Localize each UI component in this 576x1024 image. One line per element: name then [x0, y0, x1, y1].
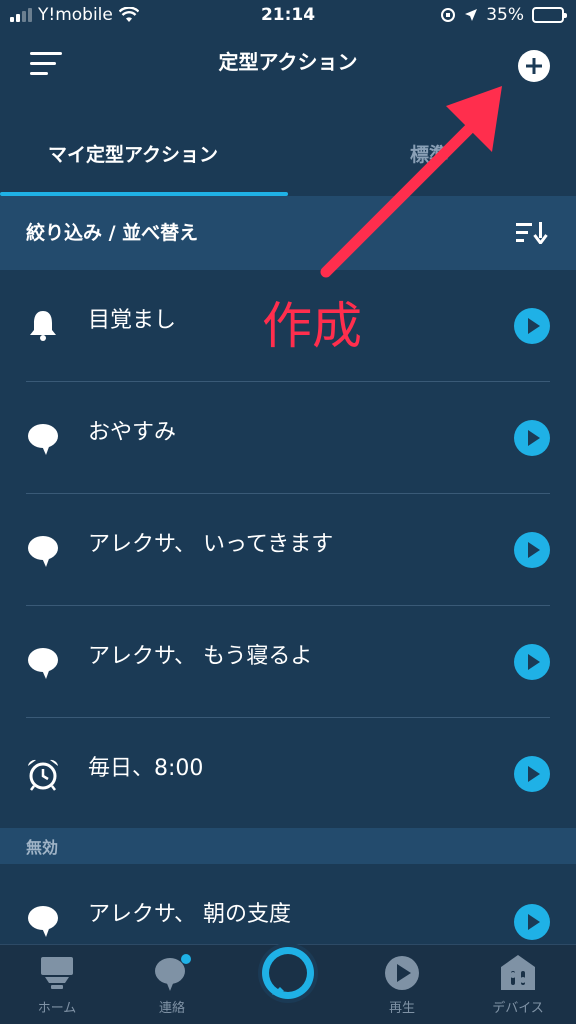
tabs: マイ定型アクション 標準	[0, 120, 576, 196]
nav-play[interactable]: 再生	[352, 953, 452, 1016]
speech-bubble-icon	[28, 906, 58, 937]
alarm-clock-icon	[28, 759, 58, 791]
section-title: 無効	[26, 838, 59, 857]
routine-label: おやすみ	[88, 420, 177, 445]
routine-label: アレクサ、 朝の支度	[88, 902, 292, 927]
sort-icon[interactable]	[516, 222, 548, 244]
annotation-label: 作成	[262, 297, 362, 355]
bell-icon	[30, 311, 56, 341]
speech-bubble-icon	[28, 536, 58, 567]
tab-standard[interactable]: 標準	[410, 140, 448, 167]
routine-item[interactable]: 毎日、8:00	[0, 718, 576, 830]
section-header-disabled: 無効	[0, 828, 576, 864]
routine-label: アレクサ、 いってきます	[88, 532, 334, 557]
play-button[interactable]	[514, 420, 550, 456]
routine-label: 毎日、8:00	[88, 756, 204, 781]
routine-item[interactable]: アレクサ、 もう寝るよ	[0, 606, 576, 718]
play-button[interactable]	[514, 532, 550, 568]
home-icon	[41, 957, 73, 989]
play-icon	[385, 956, 419, 990]
bottom-nav: ホーム 連絡 再生 デバイス	[0, 943, 576, 1024]
status-bar: Y!mobile 21:14 35%	[0, 0, 576, 34]
chat-icon	[155, 954, 191, 991]
alexa-button[interactable]	[258, 943, 318, 1003]
orientation-lock-icon	[441, 8, 456, 22]
play-button[interactable]	[514, 756, 550, 792]
alexa-icon	[262, 947, 314, 999]
page-title: 定型アクション	[218, 50, 358, 74]
speech-bubble-icon	[28, 424, 58, 455]
nav-label: 再生	[388, 1001, 415, 1016]
routine-item[interactable]: おやすみ	[0, 382, 576, 494]
battery-icon	[532, 7, 567, 23]
filter-sort-label[interactable]: 絞り込み / 並べ替え	[26, 218, 198, 245]
nav-devices[interactable]: デバイス	[468, 953, 568, 1016]
battery-percent: 35%	[486, 5, 524, 25]
play-button[interactable]	[514, 644, 550, 680]
routine-label: 目覚まし	[88, 308, 177, 333]
add-routine-button[interactable]	[518, 50, 550, 82]
filter-bar[interactable]: 絞り込み / 並べ替え	[0, 196, 576, 270]
speech-bubble-icon	[28, 648, 58, 679]
nav-label: デバイス	[492, 1001, 544, 1016]
status-right: 35%	[440, 5, 567, 25]
routine-item[interactable]: アレクサ、 いってきます	[0, 494, 576, 606]
devices-icon	[501, 955, 535, 990]
location-icon	[465, 9, 478, 21]
nav-communicate[interactable]: 連絡	[122, 953, 222, 1016]
routine-label: アレクサ、 もう寝るよ	[88, 644, 313, 669]
tab-my-routines[interactable]: マイ定型アクション	[48, 140, 218, 167]
play-button[interactable]	[514, 904, 550, 940]
header: 定型アクション	[0, 34, 576, 90]
nav-home[interactable]: ホーム	[7, 953, 107, 1016]
play-button[interactable]	[514, 308, 550, 344]
nav-label: ホーム	[37, 1001, 77, 1016]
nav-label: 連絡	[158, 1001, 185, 1016]
routine-item-disabled[interactable]: アレクサ、 朝の支度	[0, 864, 576, 944]
